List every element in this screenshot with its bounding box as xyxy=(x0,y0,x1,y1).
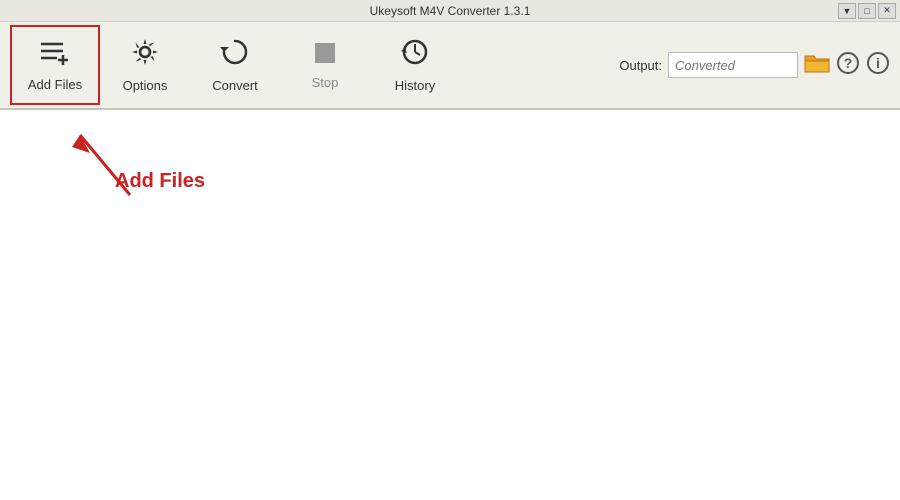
toolbar: Add Files Options xyxy=(0,22,900,110)
svg-text:?: ? xyxy=(844,55,853,71)
options-label: Options xyxy=(123,78,168,93)
stop-icon xyxy=(314,41,336,69)
add-files-icon xyxy=(39,38,71,71)
output-label: Output: xyxy=(619,58,662,73)
stop-label: Stop xyxy=(312,75,339,90)
output-area: Output: ? i xyxy=(619,51,890,79)
title-bar: Ukeysoft M4V Converter 1.3.1 ▼ □ ✕ xyxy=(0,0,900,22)
browse-folder-button[interactable] xyxy=(804,52,830,78)
close-button[interactable]: ✕ xyxy=(878,3,896,19)
svg-text:i: i xyxy=(876,55,880,71)
help-button[interactable]: ? xyxy=(836,51,860,79)
options-button[interactable]: Options xyxy=(100,25,190,105)
stop-button[interactable]: Stop xyxy=(280,25,370,105)
output-input[interactable] xyxy=(668,52,798,78)
info-button[interactable]: i xyxy=(866,51,890,79)
history-icon xyxy=(400,37,430,72)
annotation-arrow xyxy=(60,115,260,235)
add-files-button[interactable]: Add Files xyxy=(10,25,100,105)
convert-label: Convert xyxy=(212,78,258,93)
add-files-label: Add Files xyxy=(28,77,82,92)
main-content: Add Files xyxy=(0,110,900,500)
window-title: Ukeysoft M4V Converter 1.3.1 xyxy=(370,4,531,18)
history-label: History xyxy=(395,78,435,93)
convert-icon xyxy=(220,37,250,72)
gear-icon xyxy=(130,37,160,72)
maximize-button[interactable]: □ xyxy=(858,3,876,19)
convert-button[interactable]: Convert xyxy=(190,25,280,105)
window-controls: ▼ □ ✕ xyxy=(838,3,896,19)
minimize-button[interactable]: ▼ xyxy=(838,3,856,19)
history-button[interactable]: History xyxy=(370,25,460,105)
